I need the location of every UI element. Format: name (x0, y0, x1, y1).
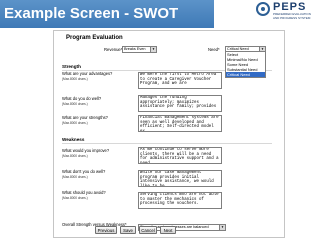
strength-section-title: Strength (62, 64, 81, 69)
improve-textarea[interactable]: As we continue to serve more clients, th… (138, 147, 222, 164)
next-button[interactable]: Next (160, 226, 176, 234)
program-evaluation-form: Program Evaluation Revenue* Breaks Even … (53, 30, 285, 238)
question-improve: What would you improve? (Max.8000 chars.… (62, 148, 120, 159)
brand-tagline: PREFERRED EVALUATION AND PROGRESS SYSTEM (273, 12, 311, 20)
page-title: Example Screen - SWOT (4, 5, 179, 22)
question-hint: (Max.8000 chars.) (62, 76, 88, 81)
need-dropdown-list[interactable]: Select Minimal/No Need Some Need Substan… (225, 51, 266, 78)
cancel-button[interactable]: Cancel (139, 226, 157, 234)
question-hint: (Max.8000 chars.) (62, 195, 88, 200)
avoid-textarea[interactable]: Serving clients who are not able to mast… (138, 192, 222, 209)
chevron-down-icon: ▼ (150, 47, 156, 52)
need-label: Need* (208, 47, 220, 52)
question-hint: (Max.8000 chars.) (62, 101, 88, 106)
previous-button[interactable]: Previous (95, 226, 117, 234)
weakness-section-title: Weakness (62, 137, 85, 142)
question-label: What do you do well? (62, 96, 102, 101)
question-label: What are your advantages? (62, 71, 113, 76)
question-avoid: What should you avoid? (Max.8000 chars.) (62, 190, 120, 201)
question-label: What don't you do well? (62, 169, 106, 174)
question-do-well: What do you do well? (Max.8000 chars.) (62, 96, 120, 107)
question-label: What are your strengths? (62, 115, 108, 120)
advantages-textarea[interactable]: We were the first to Metro Area to creat… (138, 72, 222, 89)
title-bar: Example Screen - SWOT (0, 0, 214, 28)
question-label: What should you avoid? (62, 190, 106, 195)
question-label: What would you improve? (62, 148, 110, 153)
question-hint: (Max.8000 chars.) (62, 174, 88, 179)
form-title: Program Evaluation (66, 35, 123, 41)
revenue-label: Revenue* (104, 47, 123, 52)
question-hint: (Max.8000 chars.) (62, 120, 88, 125)
divider (62, 143, 272, 144)
do-well-textarea[interactable]: Manages the funding appropriately; maxim… (138, 95, 222, 112)
question-strengths: What are your strengths? (Max.8000 chars… (62, 115, 120, 126)
dont-do-well-textarea[interactable]: While our case management program provid… (138, 170, 222, 187)
question-dont-do-well: What don't you do well? (Max.8000 chars.… (62, 169, 120, 180)
save-button[interactable]: Save (120, 226, 136, 234)
revenue-select[interactable]: Breaks Even ▼ (122, 46, 157, 53)
peps-logo-icon (256, 2, 270, 16)
need-option-selected[interactable]: Critical Need (226, 72, 265, 77)
strengths-textarea[interactable]: Financial management systems are seen as… (138, 115, 222, 132)
chevron-down-icon: ▼ (219, 225, 225, 230)
question-advantages: What are your advantages? (Max.8000 char… (62, 71, 120, 82)
question-hint: (Max.8000 chars.) (62, 153, 88, 158)
revenue-select-value: Breaks Even (124, 47, 146, 51)
